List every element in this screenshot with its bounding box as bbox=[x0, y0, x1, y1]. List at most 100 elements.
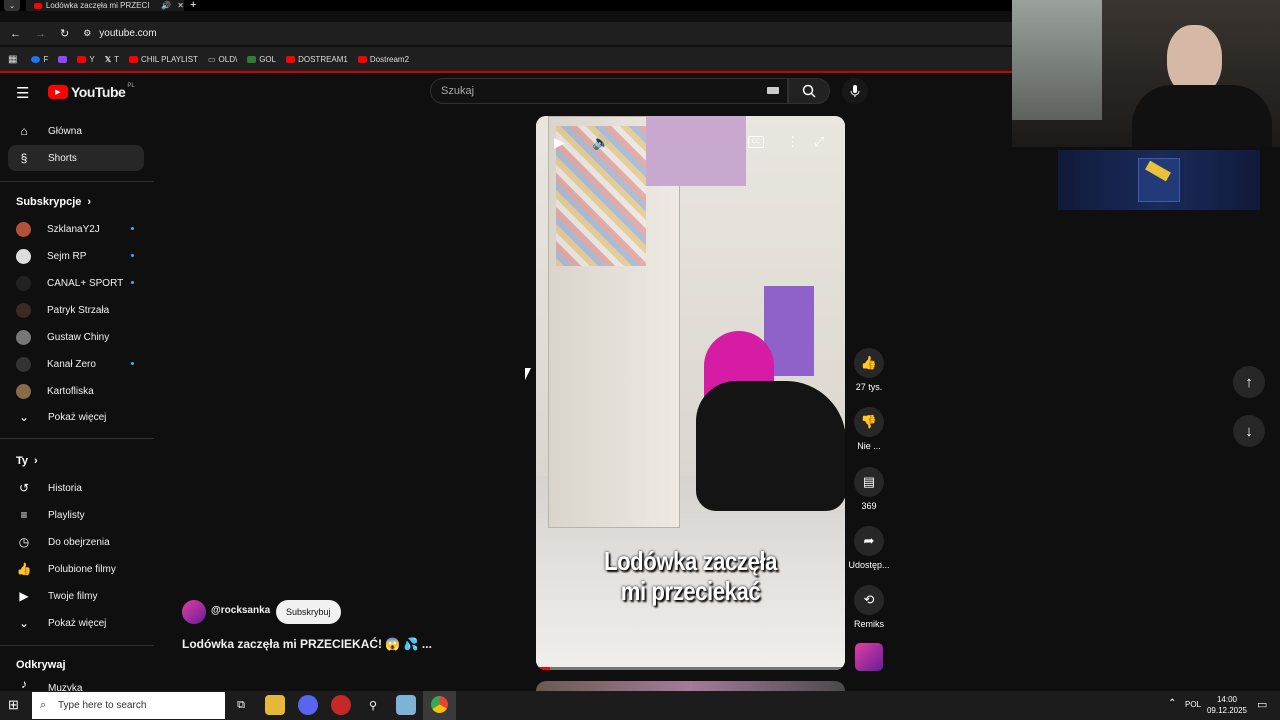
like-button[interactable]: 👍 27 tys. bbox=[850, 348, 888, 392]
sidebar-item-playlists[interactable]: ≡ Playlisty bbox=[8, 502, 144, 528]
sidebar-item-label: Główna bbox=[48, 125, 82, 137]
bookmark-dostream2[interactable]: Dostream2 bbox=[357, 54, 410, 64]
sidebar-item-subscription[interactable]: CANAL+ SPORT bbox=[8, 270, 144, 296]
bookmark-dostream1[interactable]: DOSTREAM1 bbox=[286, 55, 348, 64]
sidebar-item-your-videos[interactable]: ▶ Twoje filmy bbox=[8, 583, 144, 609]
bookmark-label: Dostream2 bbox=[369, 54, 410, 64]
sidebar-item-subscription[interactable]: SzklanaY2J bbox=[8, 216, 144, 242]
sidebar-item-subscription[interactable]: Gustaw Chiny bbox=[8, 324, 144, 350]
bookmark-youtube[interactable]: Y bbox=[77, 55, 95, 64]
subscribe-button[interactable]: Subskrybuj bbox=[276, 600, 341, 624]
sidebar-item-subscription[interactable]: Kartofliska bbox=[8, 378, 144, 404]
channel-avatar[interactable] bbox=[182, 600, 206, 624]
bookmark-label: CHIL PLAYLIST bbox=[141, 54, 198, 64]
comment-count: 369 bbox=[861, 501, 877, 511]
show-more-subscriptions[interactable]: ⌄ Pokaż więcej bbox=[8, 404, 144, 430]
keyboard-icon[interactable] bbox=[767, 87, 779, 94]
microphone-icon bbox=[850, 85, 860, 97]
tab-search-icon[interactable]: ⌄ bbox=[4, 0, 20, 11]
youtube-icon bbox=[357, 55, 367, 63]
taskbar-search-input[interactable]: ⌕ Type here to search bbox=[32, 692, 225, 719]
next-short-preview[interactable] bbox=[536, 681, 845, 691]
captions-icon[interactable]: CC bbox=[748, 136, 764, 148]
caption-line: Lodówka zaczęła bbox=[604, 546, 777, 576]
person-body bbox=[696, 381, 845, 511]
location-icon[interactable]: ⚲ bbox=[363, 695, 383, 715]
youtube-logo[interactable]: ▶ YouTube PL bbox=[48, 83, 135, 100]
search-icon bbox=[802, 84, 816, 98]
windows-start-icon[interactable]: ⊞ bbox=[8, 697, 19, 713]
sidebar-item-subscription[interactable]: Patryk Strzała bbox=[8, 297, 144, 323]
chevron-right-icon: › bbox=[87, 196, 92, 208]
divider bbox=[0, 438, 154, 439]
app-icon[interactable] bbox=[331, 695, 351, 715]
short-video-player[interactable]: ▶ 🔊 CC ⋮ ⤢ Lodówka zaczęła mi przeciekać bbox=[536, 116, 845, 670]
forward-icon[interactable]: → bbox=[35, 28, 46, 40]
bookmark-x[interactable]: 𝕏T bbox=[105, 55, 119, 64]
bookmark-facebook[interactable]: F bbox=[31, 55, 48, 64]
file-explorer-icon[interactable] bbox=[265, 695, 285, 715]
chrome-taskbar-active[interactable] bbox=[423, 691, 456, 720]
menu-icon[interactable]: ☰ bbox=[16, 84, 29, 102]
remix-button[interactable]: ⟲ Remiks bbox=[850, 585, 888, 629]
youtube-play-icon: ▶ bbox=[48, 85, 68, 99]
show-more-you[interactable]: ⌄ Pokaż więcej bbox=[8, 610, 144, 636]
next-short-button[interactable]: ↓ bbox=[1233, 415, 1265, 447]
close-tab-icon[interactable]: ✕ bbox=[177, 1, 184, 10]
notification-icon[interactable]: ▭ bbox=[1257, 698, 1267, 711]
sidebar-item-shorts[interactable]: § Shorts bbox=[8, 145, 144, 171]
tray-expand-icon[interactable]: ⌃ bbox=[1168, 698, 1176, 709]
sound-thumbnail[interactable] bbox=[855, 643, 883, 671]
new-tab-icon[interactable]: + bbox=[190, 0, 196, 11]
search-button[interactable] bbox=[788, 78, 830, 104]
sidebar-item-home[interactable]: ⌂ Główna bbox=[8, 118, 144, 144]
sidebar-item-subscription[interactable]: Kanał Zero bbox=[8, 351, 144, 377]
wall-picture bbox=[646, 116, 746, 186]
previous-short-button[interactable]: ↑ bbox=[1233, 366, 1265, 398]
fullscreen-icon[interactable]: ⤢ bbox=[814, 134, 824, 150]
address-bar-row: ← → ↻ ⚙ youtube.com bbox=[0, 22, 1012, 45]
discord-icon[interactable] bbox=[298, 695, 318, 715]
share-button[interactable]: ➦ Udostęp... bbox=[848, 526, 890, 570]
apps-grid-icon[interactable]: ▦ bbox=[8, 54, 17, 65]
history-icon: ↺ bbox=[18, 481, 30, 495]
tab-strip: ⌄ Lodówka zaczęła mi PRZECI 🔊 ✕ + bbox=[0, 0, 1012, 11]
back-icon[interactable]: ← bbox=[10, 28, 21, 40]
more-options-icon[interactable]: ⋮ bbox=[786, 134, 799, 150]
speaker-icon[interactable]: 🔊 bbox=[161, 1, 171, 10]
you-header[interactable]: Ty › bbox=[16, 455, 38, 467]
youtube-icon bbox=[129, 55, 139, 63]
sidebar-item-subscription[interactable]: Sejm RP bbox=[8, 243, 144, 269]
bookmark-gol[interactable]: GOL bbox=[247, 55, 276, 64]
subscriptions-header[interactable]: Subskrypcje › bbox=[16, 196, 91, 208]
bookmark-chill-playlist[interactable]: CHIL PLAYLIST bbox=[129, 55, 198, 64]
comments-button[interactable]: ▤ 369 bbox=[850, 467, 888, 511]
play-icon[interactable]: ▶ bbox=[554, 134, 565, 151]
sidebar-item-history[interactable]: ↺ Historia bbox=[8, 475, 144, 501]
address-input[interactable]: youtube.com bbox=[99, 28, 156, 39]
dislike-button[interactable]: 👎 Nie ... bbox=[850, 407, 888, 451]
sidebar-item-music[interactable]: ♪ Muzyka bbox=[8, 676, 144, 691]
clock-icon: ◷ bbox=[18, 535, 30, 549]
clock[interactable]: 14:00 09.12.2025 bbox=[1206, 694, 1248, 716]
thumb-down-icon: 👎 bbox=[854, 407, 884, 437]
sidebar-item-watch-later[interactable]: ◷ Do obejrzenia bbox=[8, 529, 144, 555]
task-view-icon[interactable]: ⧉ bbox=[231, 695, 251, 715]
short-title[interactable]: Lodówka zaczęła mi PRZECIEKAĆ! 😱 💦 ... bbox=[182, 637, 432, 651]
channel-name[interactable]: @rocksanka bbox=[211, 605, 270, 616]
voice-search-button[interactable] bbox=[842, 78, 868, 104]
progress-track[interactable] bbox=[536, 667, 845, 670]
site-info-icon[interactable]: ⚙ bbox=[83, 28, 91, 39]
language-indicator[interactable]: POL bbox=[1185, 700, 1201, 709]
bookmark-twitch[interactable] bbox=[58, 55, 68, 63]
bookmark-old[interactable]: ▭ OLD\ bbox=[208, 55, 237, 64]
search-input[interactable]: Szukaj bbox=[430, 78, 788, 104]
notepad-icon[interactable] bbox=[396, 695, 416, 715]
volume-icon[interactable]: 🔊 bbox=[592, 134, 609, 151]
sidebar-item-label: Pokaż więcej bbox=[48, 411, 107, 423]
sidebar-item-liked[interactable]: 👍 Polubione filmy bbox=[8, 556, 144, 582]
browser-tab[interactable]: Lodówka zaczęła mi PRZECI 🔊 ✕ bbox=[26, 0, 184, 11]
reload-icon[interactable]: ↻ bbox=[60, 27, 69, 40]
channel-avatar bbox=[16, 356, 31, 372]
video-icon: ▶ bbox=[19, 589, 29, 603]
